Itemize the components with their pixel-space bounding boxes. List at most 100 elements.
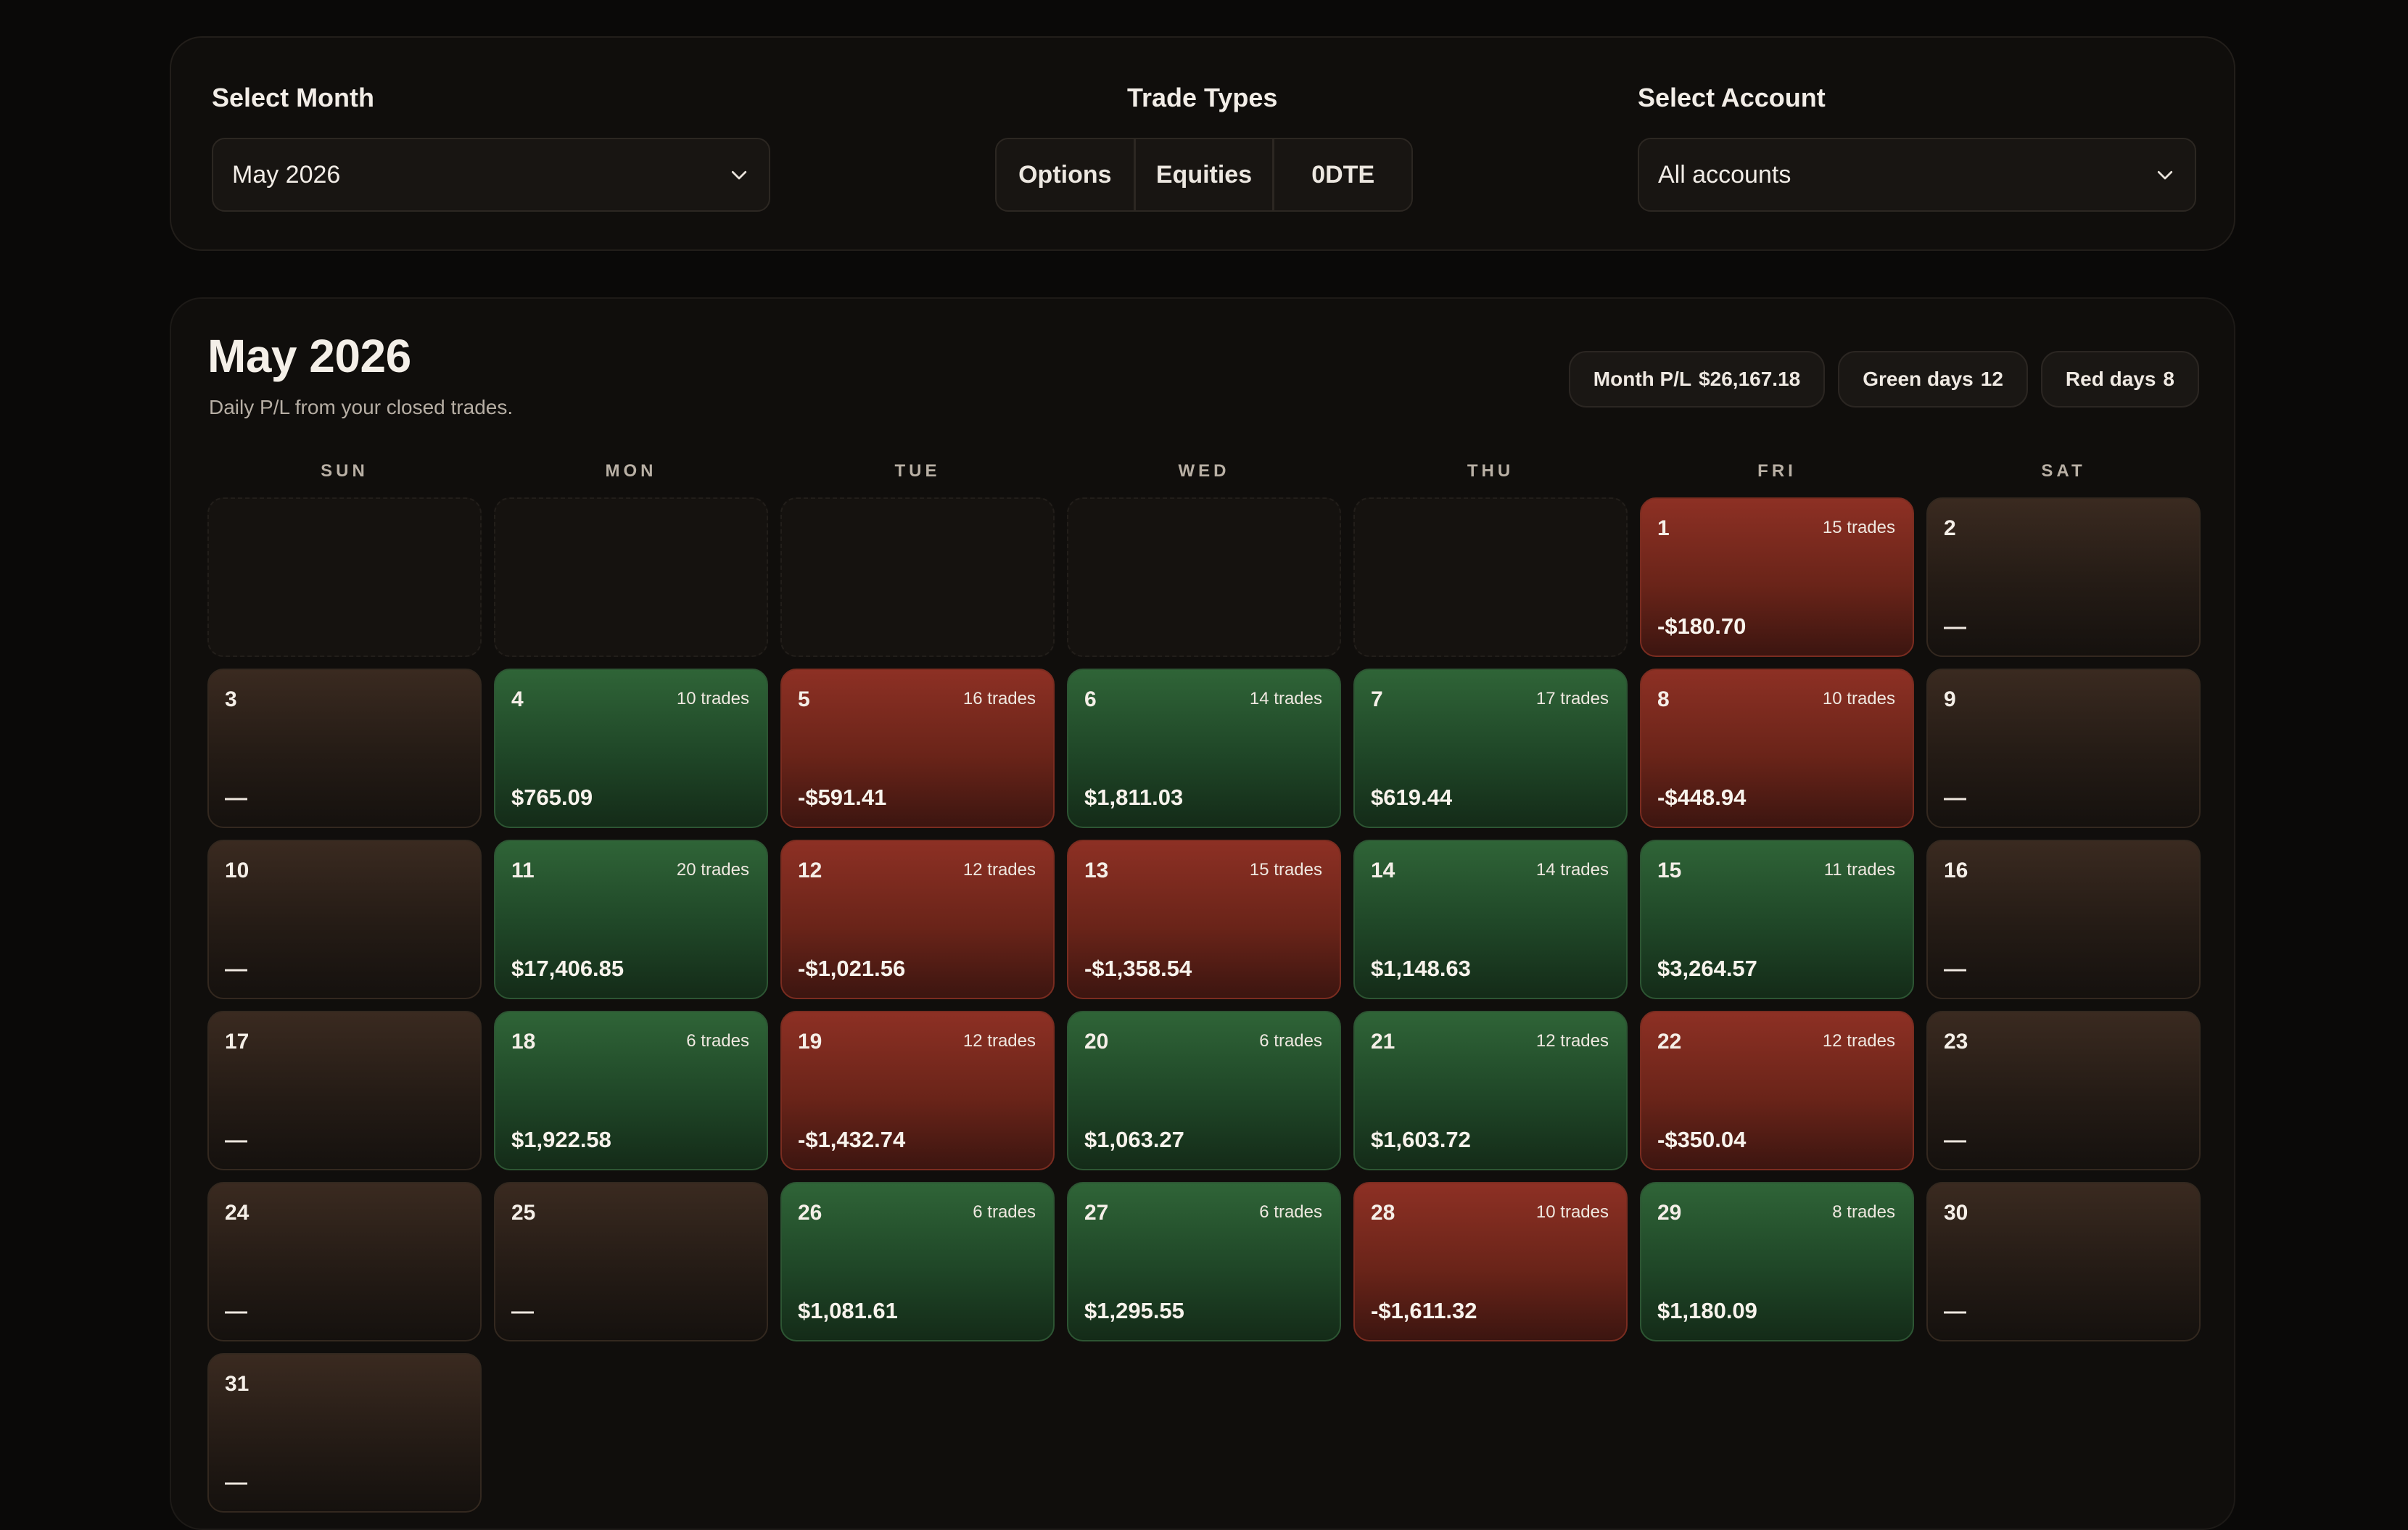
day-cell-6[interactable]: 6 14 trades $1,811.03 — [1067, 669, 1341, 828]
day-cell-21[interactable]: 21 12 trades $1,603.72 — [1353, 1011, 1628, 1170]
day-cell-30[interactable]: 30 — — [1926, 1182, 2201, 1341]
trade-count: 10 trades — [1535, 1202, 1609, 1222]
day-number: 7 — [1371, 687, 1383, 711]
trade-count: 15 trades — [1822, 518, 1895, 537]
no-trades-dash: — — [511, 1298, 534, 1323]
daily-pl-value: $765.09 — [511, 785, 593, 810]
day-cell-20[interactable]: 20 6 trades $1,063.27 — [1067, 1011, 1341, 1170]
day-cell-3[interactable]: 3— — [207, 669, 482, 828]
day-cell-12[interactable]: 12 12 trades -$1,021.56 — [780, 840, 1055, 999]
day-number: 10 — [225, 859, 250, 882]
day-cell-7[interactable]: 7 17 trades $619.44 — [1353, 669, 1628, 828]
day-cell-15[interactable]: 15 11 trades $3,264.57 — [1640, 840, 1914, 999]
day-cell-13[interactable]: 13 15 trades -$1,358.54 — [1067, 840, 1341, 999]
day-cell-11[interactable]: 11 20 trades $17,406.85 — [494, 840, 768, 999]
empty-day-cell — [494, 497, 768, 657]
day-cell-14[interactable]: 14 14 trades $1,148.63 — [1353, 840, 1628, 999]
summary-pills: Month P/L $26,167.18 Green days 12 Red day… — [1568, 351, 2199, 408]
day-cell-16[interactable]: 16 — — [1926, 840, 2201, 999]
daily-pl-value: $1,180.09 — [1657, 1298, 1757, 1323]
day-number: 21 — [1371, 1030, 1395, 1054]
daily-pl-value: $1,295.55 — [1084, 1298, 1184, 1323]
calendar-title: May 2026 — [207, 330, 411, 382]
green-days-badge: Green days 12 — [1838, 351, 2028, 408]
day-cell-10[interactable]: 10 — — [207, 840, 482, 999]
day-number: 27 — [1084, 1201, 1109, 1225]
trade-count: 11 trades — [1823, 860, 1895, 880]
day-cell-28[interactable]: 28 10 trades -$1,611.32 — [1353, 1182, 1628, 1341]
day-cell-29[interactable]: 29 8 trades $1,180.09 — [1640, 1182, 1914, 1341]
no-trades-dash: — — [1944, 1298, 1966, 1323]
trade-type-0dte-button[interactable]: 0DTE — [1274, 139, 1411, 210]
no-trades-dash: — — [225, 956, 247, 981]
no-trades-dash: — — [225, 1127, 247, 1152]
no-trades-dash: — — [1944, 613, 1966, 639]
filter-bar: Select Month May 2026 Trade Types Option… — [170, 36, 2235, 251]
day-cell-2[interactable]: 2— — [1926, 497, 2201, 657]
daily-pl-value: -$180.70 — [1657, 613, 1747, 639]
daily-pl-value: -$1,611.32 — [1371, 1298, 1477, 1323]
day-number: 16 — [1944, 859, 1968, 882]
trade-type-segmented-control: Options Equities 0DTE — [995, 138, 1413, 212]
day-number: 26 — [798, 1201, 822, 1225]
trade-count: 10 trades — [676, 689, 749, 708]
daily-pl-value: $1,603.72 — [1371, 1127, 1471, 1152]
account-select-value: All accounts — [1658, 160, 1791, 189]
day-cell-27[interactable]: 27 6 trades $1,295.55 — [1067, 1182, 1341, 1341]
day-cell-1[interactable]: 1 15 trades -$180.70 — [1640, 497, 1914, 657]
trade-type-options-button[interactable]: Options — [997, 139, 1136, 210]
account-select[interactable]: All accounts — [1638, 138, 2196, 212]
day-cell-22[interactable]: 22 12 trades -$350.04 — [1640, 1011, 1914, 1170]
day-cell-26[interactable]: 26 6 trades $1,081.61 — [780, 1182, 1055, 1341]
day-cell-17[interactable]: 17 — — [207, 1011, 482, 1170]
trade-count: 17 trades — [1535, 689, 1609, 708]
calendar-subtitle: Daily P/L from your closed trades. — [209, 396, 514, 418]
day-number: 14 — [1371, 859, 1395, 882]
day-cell-19[interactable]: 19 12 trades -$1,432.74 — [780, 1011, 1055, 1170]
day-cell-18[interactable]: 18 6 trades $1,922.58 — [494, 1011, 768, 1170]
day-cell-5[interactable]: 5 16 trades -$591.41 — [780, 669, 1055, 828]
trade-count: 6 trades — [1259, 1031, 1322, 1051]
no-trades-dash: — — [225, 1469, 247, 1494]
day-cell-8[interactable]: 8 10 trades -$448.94 — [1640, 669, 1914, 828]
daily-pl-value: $619.44 — [1371, 785, 1453, 810]
day-cell-23[interactable]: 23 — — [1926, 1011, 2201, 1170]
day-number: 9 — [1944, 687, 1956, 711]
select-account-label: Select Account — [1638, 83, 1826, 112]
empty-day-cell — [1353, 497, 1628, 657]
day-number: 18 — [511, 1030, 536, 1054]
daily-pl-value: $1,922.58 — [511, 1127, 611, 1152]
trade-count: 12 trades — [1535, 1031, 1609, 1051]
day-number: 15 — [1657, 859, 1682, 882]
daily-pl-value: $1,811.03 — [1084, 785, 1184, 810]
day-number: 8 — [1657, 687, 1670, 711]
trade-count: 12 trades — [962, 1031, 1036, 1051]
red-days-badge: Red days 8 — [2040, 351, 2199, 408]
pl-calendar: May 2026 Daily P/L from your closed trad… — [170, 297, 2235, 1530]
trade-count: 6 trades — [973, 1202, 1036, 1222]
day-number: 1 — [1657, 516, 1670, 540]
day-number: 31 — [225, 1372, 250, 1396]
trade-types-label: Trade Types — [1127, 83, 1278, 112]
weekday-header-mon: MON — [605, 461, 657, 481]
month-select[interactable]: May 2026 — [212, 138, 770, 212]
day-cell-24[interactable]: 24 — — [207, 1182, 482, 1341]
day-number: 3 — [225, 687, 237, 711]
day-number: 4 — [511, 687, 524, 711]
chevron-down-icon — [2157, 170, 2173, 180]
day-cell-31[interactable]: 31 — — [207, 1353, 482, 1513]
day-number: 24 — [225, 1201, 250, 1225]
trade-count: 8 trades — [1832, 1202, 1895, 1222]
trade-count: 12 trades — [962, 860, 1036, 880]
day-number: 2 — [1944, 516, 1956, 540]
trade-type-equities-button[interactable]: Equities — [1136, 139, 1275, 210]
day-cell-9[interactable]: 9— — [1926, 669, 2201, 828]
day-cell-25[interactable]: 25 — — [494, 1182, 768, 1341]
daily-pl-value: $17,406.85 — [511, 956, 624, 981]
daily-pl-value: $1,063.27 — [1084, 1127, 1184, 1152]
daily-pl-value: -$1,432.74 — [798, 1127, 906, 1152]
day-cell-4[interactable]: 4 10 trades $765.09 — [494, 669, 768, 828]
day-number: 5 — [798, 687, 810, 711]
trade-count: 14 trades — [1249, 689, 1322, 708]
daily-pl-value: -$448.94 — [1657, 785, 1747, 810]
